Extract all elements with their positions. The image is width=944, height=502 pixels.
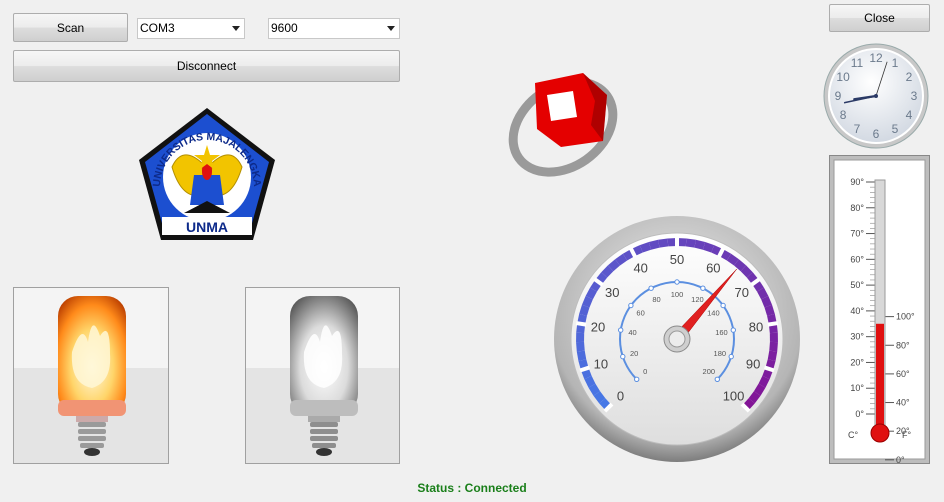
gauge-inner-tick [620,353,626,360]
logo-abbreviation: UNMA [186,219,228,235]
gauge-outer-label: 0 [617,389,624,404]
gauge-outer-label: 20 [591,319,605,334]
gauge-inner-label: 140 [707,309,720,318]
celsius-label: 90° [850,177,864,187]
gauge-band-segment [658,238,669,248]
lamp-off-panel[interactable] [245,287,400,464]
gauge-major-tick [575,321,587,327]
fahrenheit-label: 100° [896,312,915,322]
gauge-band-segment [769,332,778,343]
gauge-inner-label: 200 [703,367,716,376]
celsius-label: 60° [850,254,864,264]
fahrenheit-label: 0° [896,455,905,463]
gauge-outer-label: 90 [746,357,760,372]
clock-number: 4 [906,108,913,122]
gauge-inner-label: 80 [652,295,660,304]
chevron-down-icon [387,26,395,31]
gauge-outer-label: 100 [723,389,745,404]
gauge-inner-label: 180 [714,349,727,358]
gauge-inner-tick [720,302,726,309]
clock-number: 12 [869,51,883,65]
celsius-label: 0° [855,409,864,419]
clock-number: 10 [836,70,850,84]
celsius-label: 10° [850,383,864,393]
clock-number: 11 [851,56,864,70]
lamp-on-icon [58,296,126,456]
scan-button[interactable]: Scan [13,13,128,42]
gauge-outer-label: 80 [749,319,763,334]
lamp-off-icon [290,296,358,456]
gauge-inner-tick [648,285,654,291]
gauge-inner-tick [728,353,734,360]
gauge-major-tick [767,321,779,327]
celsius-label: 40° [850,306,864,316]
thermometer-panel: 90° 80° 70° 60° 50° 40° 30° 20° 10° 0° 100° 80° 60° 4… [829,155,930,464]
gauge-band-segment [576,341,585,352]
gauge-inner-label: 20 [630,349,638,358]
gauge-outer-label: 70 [734,285,748,300]
gauge-band-segment [769,341,778,352]
baud-select-value: 9600 [271,21,298,35]
gauge-inner-tick [714,376,721,383]
gauge-outer-label: 30 [605,285,619,300]
gauge-outer-label: 50 [670,252,684,267]
gauge-inner-label: 160 [715,328,728,337]
celsius-unit-label: C° [848,430,858,440]
gauge-inner-label: 0 [643,367,647,376]
baud-select[interactable]: 9600 [268,18,400,39]
celsius-label: 70° [850,229,864,239]
celsius-label: 20° [850,357,864,367]
celsius-label: 50° [850,280,864,290]
clock-number: 7 [854,122,861,136]
gauge-inner-label: 100 [671,290,684,299]
gauge-inner-tick [700,285,706,291]
gauge-outer-label: 40 [633,261,647,276]
gauge-inner-tick [730,327,736,333]
clock-number: 5 [892,122,899,136]
clock-number: 8 [840,108,847,122]
lamp-on-panel[interactable] [13,287,169,464]
gauge-inner-tick [674,279,680,285]
clock-number: 3 [911,89,918,103]
celsius-label: 80° [850,203,864,213]
gauge-inner-label: 40 [628,328,636,337]
gauge-band-segment [767,350,778,362]
gauge-outer-label: 10 [594,357,608,372]
gauge-inner-tick [618,327,624,333]
gauge-band-segment [576,332,585,343]
gauge-band-segment [685,238,696,248]
analog-clock: 12 12 3 45678 9 1011 [823,43,929,149]
thermometer: 90° 80° 70° 60° 50° 40° 30° 20° 10° 0° 100° 80° 60° 4… [833,159,926,463]
clock-number: 1 [892,56,899,70]
provider-logo [508,73,618,177]
clock-number: 2 [906,70,913,84]
close-button[interactable]: Close [829,4,930,32]
fahrenheit-label: 60° [896,369,910,379]
connection-status: Status : Connected [417,481,527,495]
clock-number: 6 [873,127,880,141]
disconnect-button[interactable]: Disconnect [13,50,400,82]
fahrenheit-label: 80° [896,340,910,350]
gauge-inner-tick [628,302,634,309]
gauge-band-segment [576,350,587,362]
celsius-label: 30° [850,332,864,342]
clock-number: 9 [835,89,842,103]
chevron-down-icon [232,26,240,31]
radial-gauge: 0 10 20 30 40 50 60 70 80 90 100 0 20 40 60 80 100 12014… [554,216,800,462]
fahrenheit-label: 40° [896,398,910,408]
thermometer-fluid [876,323,884,428]
university-logo: UNIVERSITAS MAJALENGKA UNMA [139,108,275,240]
port-select-value: COM3 [140,21,175,35]
gauge-inner-label: 120 [691,295,704,304]
gauge-outer-label: 60 [706,261,720,276]
gauge-inner-label: 60 [636,309,644,318]
gauge-inner-tick [633,376,640,383]
fahrenheit-unit-label: F° [902,430,911,440]
port-select[interactable]: COM3 [137,18,245,39]
